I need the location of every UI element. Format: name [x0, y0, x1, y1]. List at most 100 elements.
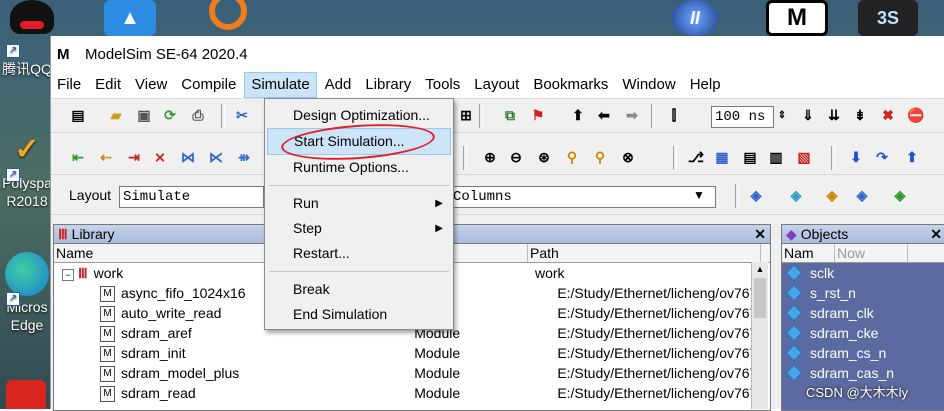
menu-compile[interactable]: Compile [175, 73, 242, 97]
up-arrow-icon[interactable]: ⬆ [569, 106, 587, 124]
photos-icon[interactable]: ▲ [104, 0, 156, 36]
wave-expand-icon[interactable]: ⋈ [179, 148, 197, 166]
menu-file[interactable]: File [51, 73, 87, 97]
zoom-cursor-icon[interactable]: ⚲ [563, 148, 581, 166]
new-file-icon[interactable]: ▤ [69, 106, 87, 124]
signal-row[interactable]: sclk [782, 263, 944, 283]
scroll-thumb[interactable] [754, 278, 766, 318]
zoom-range-icon[interactable]: ⚲ [591, 148, 609, 166]
simulate-icon[interactable]: ⚑ [529, 106, 547, 124]
module-icon: M [100, 386, 115, 403]
3dsmax-icon[interactable]: 3S [858, 0, 918, 36]
stop-icon[interactable]: ⛔ [907, 106, 925, 124]
layout-select[interactable]: Simulate [119, 186, 264, 208]
step-out-icon[interactable]: ⇥ [125, 148, 143, 166]
step-into-icon[interactable]: ⇤ [69, 148, 87, 166]
desktop-icon-polyspace[interactable]: ✓ ↗ Polyspa R2018 [0, 128, 54, 210]
menu-tools[interactable]: Tools [419, 73, 466, 97]
wave-cursor-icon[interactable]: ⨯ [151, 148, 169, 166]
cut-icon[interactable]: ✂ [233, 106, 251, 124]
wave-edge-icon[interactable]: ⇻ [235, 148, 253, 166]
break-icon[interactable]: ✖ [879, 106, 897, 124]
menu-library[interactable]: Library [359, 73, 417, 97]
up-icon[interactable]: ⬆ [903, 148, 921, 166]
column-now[interactable]: Now [835, 244, 908, 262]
clear-icon[interactable]: ▧ [795, 148, 813, 166]
signal-row[interactable]: s_rst_n [782, 283, 944, 303]
signal-name: sdram_clk [810, 305, 874, 321]
palette-icon-1[interactable]: ◈ [747, 186, 765, 204]
table-row[interactable]: Msdram_model_plus Module E:/Study/Ethern… [54, 363, 770, 383]
panel-close-icon[interactable]: ✕ [754, 226, 766, 243]
zoom-in-icon[interactable]: ⊕ [481, 148, 499, 166]
menu-item-step[interactable]: Step ▶ [265, 216, 453, 241]
modelsim-desktop-icon[interactable]: M [766, 0, 828, 36]
forward-arrow-icon[interactable]: ➡ [623, 106, 641, 124]
palette-icon-3[interactable]: ◈ [823, 186, 841, 204]
run-icon[interactable]: ⇓ [799, 106, 817, 124]
table-row[interactable]: Msdram_read Module E:/Study/Ethernet/lic… [54, 383, 770, 403]
list-icon[interactable]: ▤ [741, 148, 759, 166]
orange-app-icon[interactable] [206, 0, 250, 36]
collapse-icon[interactable]: − [62, 269, 74, 281]
open-folder-icon[interactable]: ▰ [107, 106, 125, 124]
palette-icon-2[interactable]: ◈ [787, 186, 805, 204]
compile-icon[interactable]: ⧉ [501, 106, 519, 124]
signal-name: s_rst_n [810, 285, 856, 301]
signal-row[interactable]: sdram_cas_n [782, 363, 944, 383]
red-app-icon[interactable] [6, 380, 46, 409]
run-length-icon[interactable]: ⫿ [665, 106, 683, 124]
menu-view[interactable]: View [129, 73, 173, 97]
menu-edit[interactable]: Edit [89, 73, 127, 97]
ise-icon[interactable]: II [672, 0, 718, 36]
zoom-full-icon[interactable]: ⊛ [535, 148, 553, 166]
menu-item-break[interactable]: Break [265, 277, 453, 302]
jump-icon[interactable]: ↷ [873, 148, 891, 166]
print-icon[interactable]: ⎙ [189, 106, 207, 124]
panel-close-icon[interactable]: ✕ [930, 226, 942, 243]
memory-icon[interactable]: ⎇ [687, 148, 705, 166]
find-icon[interactable]: ⊞ [457, 106, 475, 124]
palette-icon-4[interactable]: ◈ [853, 186, 871, 204]
dataflow-icon[interactable]: ▦ [713, 148, 731, 166]
down-icon[interactable]: ⬇ [847, 148, 865, 166]
table-row[interactable]: Msdram_init Module E:/Study/Ethernet/lic… [54, 343, 770, 363]
columns-select[interactable]: Columns [449, 186, 716, 208]
save-icon[interactable]: ▣ [135, 106, 153, 124]
submenu-arrow-icon: ▶ [435, 223, 443, 234]
back-arrow-icon[interactable]: ⬅ [595, 106, 613, 124]
column-name[interactable]: Nam [782, 244, 835, 262]
continue-icon[interactable]: ⇊ [825, 106, 843, 124]
menu-add[interactable]: Add [319, 73, 358, 97]
signal-row[interactable]: sdram_cs_n [782, 343, 944, 363]
submenu-arrow-icon: ▶ [435, 198, 443, 209]
desktop-icon-edge[interactable]: ↗ Micros Edge [0, 252, 54, 334]
qq-icon[interactable] [10, 0, 54, 34]
desktop-icon-qq[interactable]: ↗ 腾讯QQ [0, 42, 54, 78]
library-scrollbar[interactable]: ▲ [751, 262, 768, 409]
zoom-out-icon[interactable]: ⊖ [507, 148, 525, 166]
wave-collapse-icon[interactable]: ⋉ [207, 148, 225, 166]
menu-layout[interactable]: Layout [468, 73, 525, 97]
signal-row[interactable]: sdram_cke [782, 323, 944, 343]
run-all-icon[interactable]: ⇟ [851, 106, 869, 124]
column-path[interactable]: Path [528, 244, 761, 262]
menu-item-restart[interactable]: Restart... [265, 241, 453, 266]
step-over-icon[interactable]: ⇠ [97, 148, 115, 166]
run-time-input[interactable]: 100 ns [711, 106, 774, 128]
menu-help[interactable]: Help [684, 73, 727, 97]
palette-icon-5[interactable]: ◈ [891, 186, 909, 204]
columns-dropdown-icon[interactable]: ▼ [693, 188, 705, 202]
menu-window[interactable]: Window [616, 73, 681, 97]
menu-bookmarks[interactable]: Bookmarks [527, 73, 614, 97]
menu-item-run[interactable]: Run ▶ [265, 191, 453, 216]
zoom-last-icon[interactable]: ⊗ [619, 148, 637, 166]
time-spinner-icon[interactable]: ⇕ [773, 106, 791, 124]
menu-item-end-simulation[interactable]: End Simulation [265, 302, 453, 327]
menu-simulate[interactable]: Simulate [244, 72, 317, 98]
scroll-up-icon[interactable]: ▲ [752, 262, 768, 276]
reload-icon[interactable]: ⟳ [161, 106, 179, 124]
table-icon[interactable]: ▥ [767, 148, 785, 166]
signal-row[interactable]: sdram_clk [782, 303, 944, 323]
module-path: E:/Study/Ethernet/licheng/ov7670 [557, 385, 766, 401]
